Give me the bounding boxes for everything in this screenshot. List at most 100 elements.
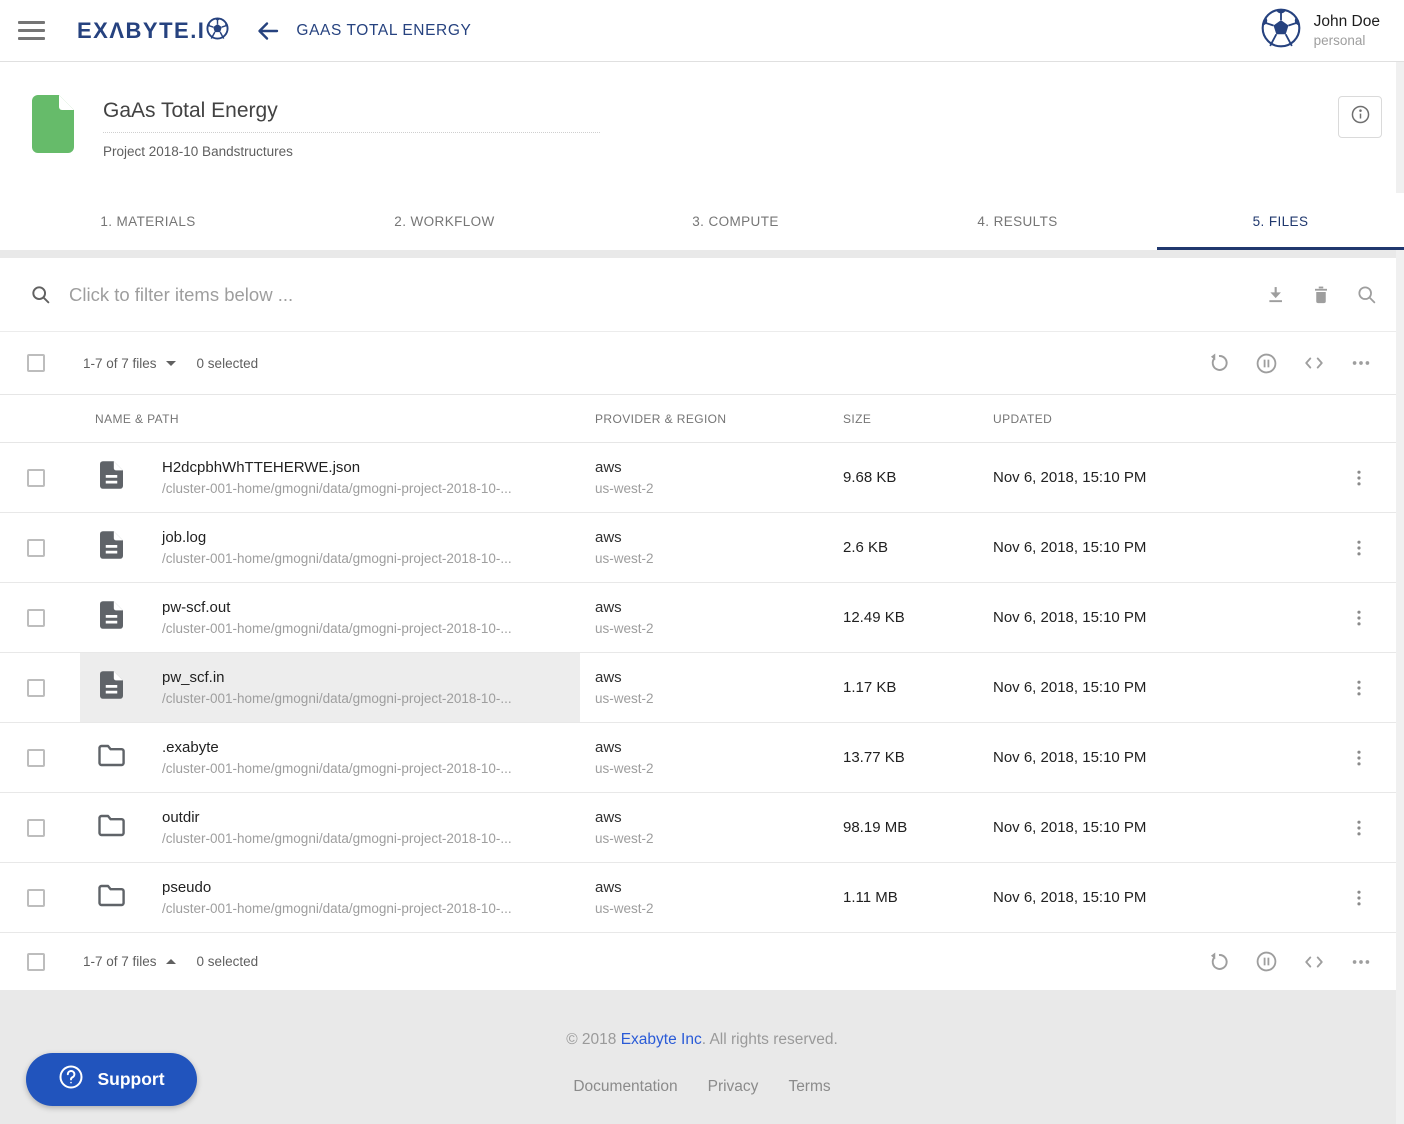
file-name: .exabyte: [162, 739, 512, 756]
updated-date: Nov 6, 2018, 15:10 PM: [978, 889, 1314, 906]
region: us-west-2: [595, 761, 828, 776]
folder-icon: [98, 814, 125, 842]
row-menu-icon[interactable]: [1349, 608, 1369, 628]
job-header: GaAs Total Energy Project 2018-10 Bandst…: [0, 62, 1404, 193]
select-all-checkbox-bottom[interactable]: [27, 953, 45, 971]
list-toolbar-top: 1-7 of 7 files 0 selected: [0, 332, 1404, 394]
provider: aws: [595, 809, 828, 826]
refresh-icon[interactable]: [1208, 352, 1230, 374]
file-name: pseudo: [162, 879, 512, 896]
refresh-icon[interactable]: [1208, 951, 1230, 973]
provider: aws: [595, 739, 828, 756]
table-row[interactable]: pw_scf.in /cluster-001-home/gmogni/data/…: [0, 653, 1404, 723]
file-path: /cluster-001-home/gmogni/data/gmogni-pro…: [162, 691, 512, 706]
tab-results[interactable]: 4. RESULTS: [878, 193, 1157, 250]
help-question-icon: [58, 1064, 84, 1095]
code-brackets-icon[interactable]: [1303, 953, 1325, 971]
file-path: /cluster-001-home/gmogni/data/gmogni-pro…: [162, 551, 512, 566]
pause-icon[interactable]: [1255, 950, 1278, 973]
file-path: /cluster-001-home/gmogni/data/gmogni-pro…: [162, 831, 512, 846]
support-label: Support: [97, 1069, 164, 1090]
file-name: job.log: [162, 529, 512, 546]
company-link[interactable]: Exabyte Inc: [621, 1031, 702, 1048]
row-menu-icon[interactable]: [1349, 818, 1369, 838]
row-menu-icon[interactable]: [1349, 468, 1369, 488]
terms-link[interactable]: Terms: [788, 1078, 830, 1096]
user-menu[interactable]: John Doe personal: [1261, 8, 1380, 53]
job-file-icon: [32, 95, 74, 158]
row-checkbox[interactable]: [27, 469, 45, 487]
folder-icon: [98, 744, 125, 772]
chevron-down-icon[interactable]: [166, 361, 176, 366]
search-icon[interactable]: [1356, 284, 1377, 305]
more-options-icon[interactable]: [1350, 951, 1372, 973]
provider: aws: [595, 459, 828, 476]
updated-date: Nov 6, 2018, 15:10 PM: [978, 749, 1314, 766]
file-path: /cluster-001-home/gmogni/data/gmogni-pro…: [162, 481, 512, 496]
select-all-checkbox[interactable]: [27, 354, 45, 372]
delete-trash-icon[interactable]: [1311, 284, 1331, 305]
row-menu-icon[interactable]: [1349, 888, 1369, 908]
file-icon: [100, 671, 123, 704]
table-row[interactable]: pseudo /cluster-001-home/gmogni/data/gmo…: [0, 863, 1404, 933]
updated-date: Nov 6, 2018, 15:10 PM: [978, 679, 1314, 696]
back-arrow-icon[interactable]: [255, 19, 281, 43]
list-toolbar-bottom: 1-7 of 7 files 0 selected: [0, 933, 1404, 990]
row-checkbox[interactable]: [27, 819, 45, 837]
tab-workflow[interactable]: 2. WORKFLOW: [296, 193, 593, 250]
chevron-up-icon[interactable]: [166, 959, 176, 964]
row-checkbox[interactable]: [27, 609, 45, 627]
provider: aws: [595, 879, 828, 896]
soccer-ball-logo-icon: [206, 17, 229, 45]
tab-files[interactable]: 5. FILES: [1157, 193, 1404, 250]
support-button[interactable]: Support: [26, 1053, 197, 1106]
table-row[interactable]: .exabyte /cluster-001-home/gmogni/data/g…: [0, 723, 1404, 793]
more-options-icon[interactable]: [1350, 352, 1372, 374]
file-name: pw_scf.in: [162, 669, 512, 686]
column-provider-region: PROVIDER & REGION: [580, 412, 828, 426]
file-size: 1.17 KB: [828, 679, 978, 696]
region: us-west-2: [595, 691, 828, 706]
footer: © 2018 Exabyte Inc. All rights reserved.…: [0, 990, 1404, 1124]
code-brackets-icon[interactable]: [1303, 354, 1325, 372]
file-size: 98.19 MB: [828, 819, 978, 836]
folder-icon: [98, 884, 125, 912]
file-name: H2dcpbhWhTTEHERWE.json: [162, 459, 512, 476]
row-menu-icon[interactable]: [1349, 538, 1369, 558]
file-name: pw-scf.out: [162, 599, 512, 616]
filter-input[interactable]: Click to filter items below ...: [69, 284, 1265, 306]
provider: aws: [595, 529, 828, 546]
pause-icon[interactable]: [1255, 352, 1278, 375]
hamburger-menu-icon[interactable]: [18, 21, 45, 40]
job-title: GaAs Total Energy: [103, 99, 600, 123]
appbar-page-title: GAAS TOTAL ENERGY: [296, 22, 471, 40]
tab-materials[interactable]: 1. MATERIALS: [0, 193, 296, 250]
updated-date: Nov 6, 2018, 15:10 PM: [978, 469, 1314, 486]
file-name: outdir: [162, 809, 512, 826]
filter-search-icon: [30, 284, 51, 305]
info-button[interactable]: [1338, 96, 1382, 138]
row-checkbox[interactable]: [27, 679, 45, 697]
download-icon[interactable]: [1265, 284, 1286, 305]
table-row[interactable]: outdir /cluster-001-home/gmogni/data/gmo…: [0, 793, 1404, 863]
row-menu-icon[interactable]: [1349, 748, 1369, 768]
exabyte-logo[interactable]: EXΛBYTE.I: [77, 16, 229, 45]
filter-bar: Click to filter items below ...: [0, 258, 1404, 332]
title-divider: [103, 132, 600, 133]
tab-compute[interactable]: 3. COMPUTE: [593, 193, 878, 250]
table-row[interactable]: pw-scf.out /cluster-001-home/gmogni/data…: [0, 583, 1404, 653]
table-row[interactable]: job.log /cluster-001-home/gmogni/data/gm…: [0, 513, 1404, 583]
row-checkbox[interactable]: [27, 889, 45, 907]
region: us-west-2: [595, 621, 828, 636]
range-label-bottom: 1-7 of 7 files: [83, 954, 157, 969]
workflow-step-tabs: 1. MATERIALS 2. WORKFLOW 3. COMPUTE 4. R…: [0, 193, 1404, 250]
provider: aws: [595, 599, 828, 616]
privacy-link[interactable]: Privacy: [708, 1078, 759, 1096]
table-row[interactable]: H2dcpbhWhTTEHERWE.json /cluster-001-home…: [0, 443, 1404, 513]
section-gap: [0, 250, 1404, 258]
row-checkbox[interactable]: [27, 749, 45, 767]
row-checkbox[interactable]: [27, 539, 45, 557]
row-menu-icon[interactable]: [1349, 678, 1369, 698]
documentation-link[interactable]: Documentation: [573, 1078, 677, 1096]
file-size: 13.77 KB: [828, 749, 978, 766]
